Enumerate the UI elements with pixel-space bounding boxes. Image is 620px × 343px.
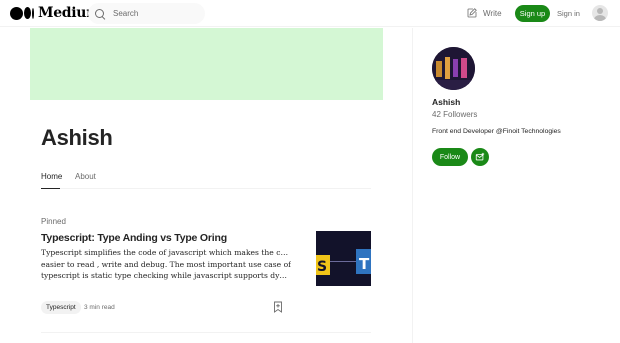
medium-logo-mark [10,6,34,20]
author-bio: Front end Developer @Finoit Technologies [432,128,561,135]
write-button[interactable]: Write [466,7,502,19]
author-name[interactable]: Ashish [432,97,460,107]
author-avatar[interactable] [432,47,475,90]
tab-about[interactable]: About [75,172,96,181]
post-divider [41,332,371,333]
followers-count[interactable]: 42 Followers [432,110,477,119]
post-tag[interactable]: Typescript [41,301,81,314]
write-icon [467,8,477,18]
subscribe-button[interactable] [471,148,489,166]
search-bar[interactable] [88,3,205,24]
bookmark-icon[interactable] [273,301,283,313]
post-excerpt-line: typescript is static type checking while… [41,271,291,280]
post-thumbnail-image: S T [316,231,371,286]
sidebar-divider [412,28,413,343]
write-label: Write [483,8,502,18]
sign-in-link[interactable]: Sign in [557,9,580,18]
post-thumbnail[interactable]: S T [316,231,371,286]
top-navigation: Medium Write Sign up Sign in [0,0,620,27]
search-input[interactable] [113,9,203,18]
follow-button[interactable]: Follow [432,148,468,166]
author-avatar-image [432,47,475,90]
sign-up-button[interactable]: Sign up [515,5,550,22]
svg-text:T: T [359,255,370,273]
search-icon [95,8,105,19]
post-title-link[interactable]: Typescript: Type Anding vs Type Oring [41,232,227,244]
post-excerpt-line: Typescript simplifies the code of javasc… [41,248,291,257]
svg-text:S: S [317,259,327,275]
post-excerpt-line: easier to read , write and debug. The mo… [41,259,291,269]
user-icon[interactable] [592,5,608,21]
profile-tabs: Home About [41,166,371,189]
profile-cover-banner [30,28,383,100]
post-excerpt[interactable]: Typescript simplifies the code of javasc… [41,247,291,282]
active-tab-indicator [41,188,60,189]
profile-name-heading: Ashish [41,125,113,150]
pinned-label: Pinned [41,217,66,226]
subscribe-mail-icon [475,152,485,161]
read-time: 3 min read [84,304,115,311]
tab-home[interactable]: Home [41,172,62,181]
